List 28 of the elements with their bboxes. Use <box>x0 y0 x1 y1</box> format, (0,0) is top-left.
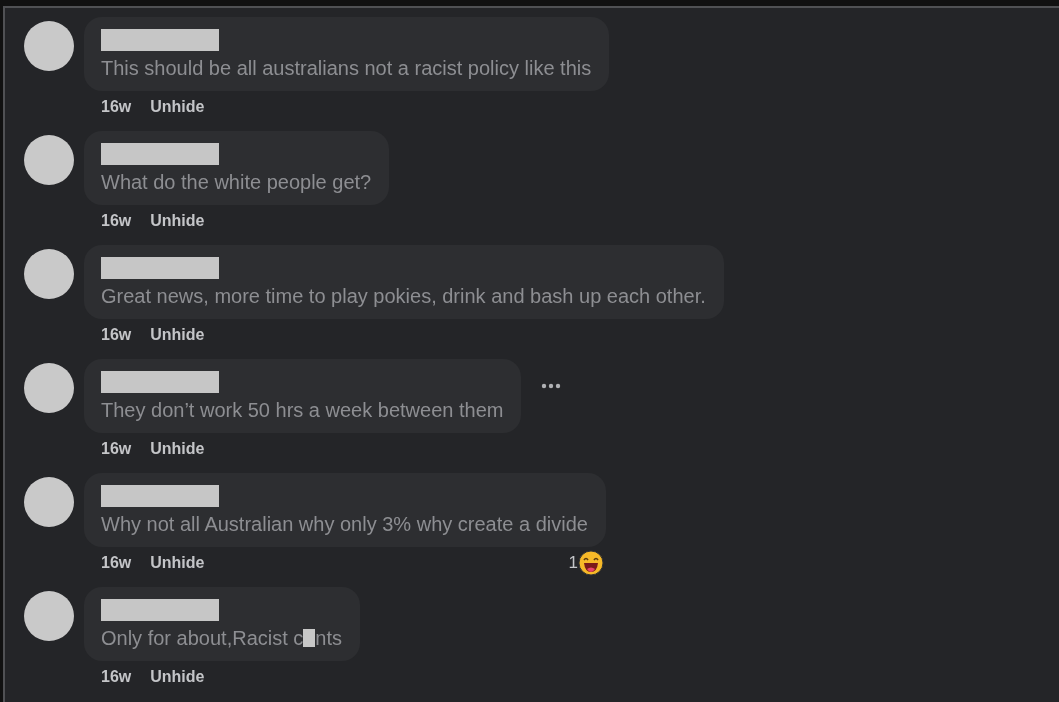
unhide-link[interactable]: Unhide <box>150 209 205 233</box>
unhide-link[interactable]: Unhide <box>150 665 205 689</box>
comment-text: Why not all Australian why only 3% why create a divide <box>101 512 588 536</box>
comment-time: 16w <box>101 97 132 117</box>
avatar[interactable] <box>24 21 74 71</box>
unhide-link[interactable]: Unhide <box>150 323 205 347</box>
unhide-link[interactable]: Unhide <box>150 551 205 575</box>
comment-time: 16w <box>101 667 132 687</box>
avatar[interactable] <box>24 477 74 527</box>
avatar[interactable] <box>24 249 74 299</box>
avatar[interactable] <box>24 135 74 185</box>
more-icon[interactable] <box>541 383 562 389</box>
avatar[interactable] <box>24 363 74 413</box>
comment-text: What do the white people get? <box>101 170 372 194</box>
redaction-block <box>303 629 316 647</box>
laughing-emoji-icon <box>577 550 604 576</box>
comment-text: This should be all australians not a racist policy like this <box>101 56 592 80</box>
comment-time: 16w <box>101 325 132 345</box>
comment-time: 16w <box>101 439 132 459</box>
comment-time: 16w <box>101 211 132 231</box>
avatar[interactable] <box>24 591 74 641</box>
comment-text: They don’t work 50 hrs a week between them <box>101 398 504 422</box>
comment-text: Only for about,Racist c nts <box>101 626 342 650</box>
reaction-count: 1 <box>568 552 578 575</box>
comment-time: 16w <box>101 553 132 573</box>
unhide-link[interactable]: Unhide <box>150 437 205 461</box>
unhide-link[interactable]: Unhide <box>150 95 205 119</box>
comment-text: Great news, more time to play pokies, drink and bash up each other. <box>101 284 706 308</box>
